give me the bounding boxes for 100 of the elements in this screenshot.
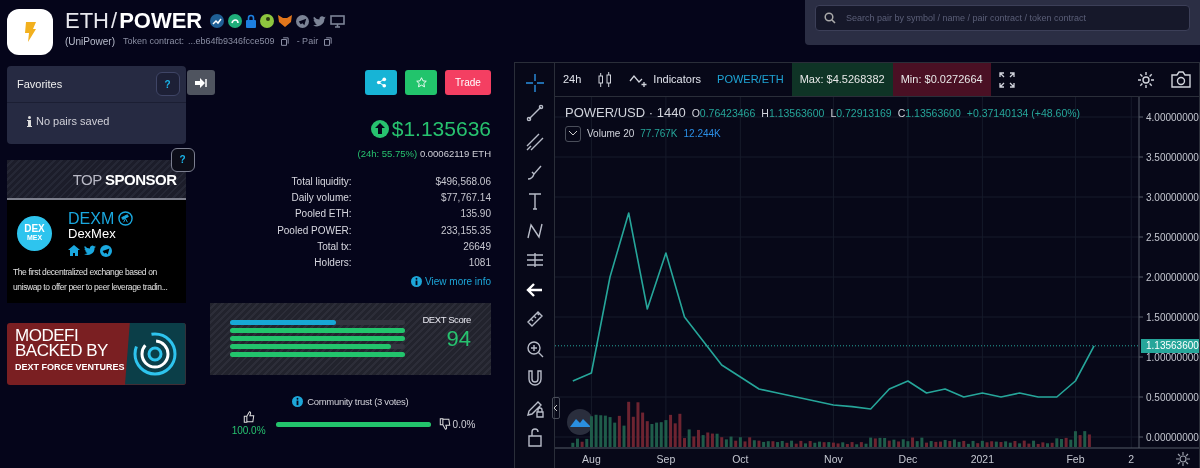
axis-label: 0.00000000 bbox=[1146, 431, 1199, 443]
swirl-icon[interactable] bbox=[228, 14, 243, 28]
axis-label: 3.00000000 bbox=[1146, 191, 1199, 203]
volume-value: 77.767K bbox=[640, 127, 678, 141]
min-price: Min: $0.0272664 bbox=[892, 63, 991, 96]
pair-title-base: ETH bbox=[65, 8, 109, 34]
pair-link[interactable]: POWER/ETH bbox=[709, 63, 792, 96]
indicators-button[interactable]: Indicators bbox=[621, 63, 710, 96]
ohlc-key: C bbox=[897, 107, 906, 119]
sponsor-description: The first decentralized exchange based on uniswap to offer peer to peer leverage tradin... bbox=[13, 265, 169, 294]
banner-title: MODEFI bbox=[15, 327, 79, 343]
last-price-tag: 1.13563600 bbox=[1141, 338, 1199, 353]
thumbs-up-icon[interactable] bbox=[242, 410, 255, 423]
telescope-icon[interactable] bbox=[118, 210, 134, 226]
mask-icon[interactable] bbox=[278, 15, 293, 27]
crosshair-icon[interactable] bbox=[524, 73, 545, 93]
share-button[interactable] bbox=[365, 70, 397, 95]
price-change: (24h: 55.75%) bbox=[357, 147, 418, 159]
twitter-icon[interactable] bbox=[313, 15, 327, 27]
axis-label: Aug bbox=[582, 453, 601, 465]
dot-circle-icon[interactable] bbox=[260, 14, 275, 28]
settings-icon[interactable] bbox=[1175, 451, 1191, 467]
logout-icon bbox=[194, 77, 207, 88]
info-icon bbox=[411, 275, 423, 287]
copy-icon[interactable] bbox=[322, 36, 333, 47]
stat-label: Holders: bbox=[313, 256, 352, 271]
measure-icon[interactable] bbox=[524, 250, 545, 270]
upvote-percent: 100.0% bbox=[231, 423, 266, 438]
downvote-percent: 0.0% bbox=[452, 417, 476, 432]
axis-label: Nov bbox=[824, 453, 843, 465]
price-usd: $1.135636 bbox=[391, 116, 491, 142]
axis-label: Sep bbox=[656, 453, 676, 465]
stat-value: 26649 bbox=[462, 239, 491, 254]
chevron-down-icon bbox=[569, 131, 577, 136]
logout-button[interactable] bbox=[186, 70, 215, 95]
share-icon bbox=[375, 77, 387, 88]
volume-label: Volume 20 bbox=[587, 127, 635, 141]
token-name: (UniPower) bbox=[65, 35, 115, 49]
telegram-icon[interactable] bbox=[100, 244, 112, 257]
ohlc-value: 1.13563600 bbox=[905, 107, 961, 119]
twitter-icon[interactable] bbox=[84, 244, 96, 256]
ohlc-value: 0.76423466 bbox=[699, 107, 756, 119]
trend-line-icon[interactable] bbox=[524, 102, 545, 123]
chart-icon[interactable] bbox=[210, 14, 225, 28]
interval-button[interactable]: 24h bbox=[555, 63, 590, 96]
star-icon bbox=[415, 77, 427, 88]
lock-icon[interactable] bbox=[246, 14, 257, 28]
home-icon[interactable] bbox=[68, 244, 80, 256]
pair-title-quote: POWER bbox=[119, 8, 203, 34]
ohlc-key: L bbox=[830, 107, 837, 119]
price-change: +0.37140134 (+48.60%) bbox=[966, 106, 1081, 121]
ohlc-key: O bbox=[691, 107, 700, 119]
info-icon bbox=[292, 396, 304, 408]
community-title: Community trust (3 votes) bbox=[307, 394, 409, 409]
help-button[interactable]: ? bbox=[155, 72, 180, 96]
stat-label: Total liquidity: bbox=[290, 174, 352, 189]
banner-caption: DEXT FORCE VENTURES bbox=[15, 360, 125, 374]
axis-label: 3.50000000 bbox=[1146, 151, 1199, 163]
sponsor-name: DexMex bbox=[68, 226, 117, 241]
axis-label: Oct bbox=[732, 453, 749, 465]
trade-button[interactable]: Trade bbox=[445, 70, 491, 95]
ohlc-value: 1.13563600 bbox=[768, 107, 825, 119]
sponsor-symbol[interactable]: DEXM bbox=[68, 209, 115, 227]
copy-icon[interactable] bbox=[278, 36, 289, 47]
stat-value: $496,568.06 bbox=[434, 174, 491, 189]
parallel-lines-icon[interactable] bbox=[524, 132, 545, 152]
rings-icon bbox=[132, 330, 179, 377]
candles-icon bbox=[597, 70, 614, 89]
thumbs-down-icon[interactable] bbox=[438, 418, 451, 431]
search-field[interactable]: Search pair by symbol / name / pair contract / token contract bbox=[815, 5, 1190, 31]
axis-label: 1.00000000 bbox=[1146, 351, 1199, 363]
monitor-icon[interactable] bbox=[330, 14, 346, 28]
token-logo bbox=[7, 9, 53, 55]
contract-address[interactable]: ...eb64fb9346fcce509 bbox=[188, 34, 275, 49]
arrow-up-icon bbox=[370, 119, 389, 138]
stat-value: 135.90 bbox=[459, 207, 491, 222]
volume-value: 12.244K bbox=[683, 127, 721, 141]
logo-icon[interactable] bbox=[567, 409, 593, 435]
pair-label: - Pair bbox=[296, 34, 319, 48]
empty-message: No pairs saved bbox=[36, 114, 110, 129]
axis-label: 4.00000000 bbox=[1146, 111, 1199, 123]
stat-value: 1081 bbox=[467, 256, 491, 271]
telegram-icon[interactable] bbox=[296, 14, 310, 28]
sponsor-heading: TOP SPONSOR bbox=[72, 170, 177, 190]
axis-label: 2021 bbox=[970, 453, 995, 465]
score-title: DEXT Score bbox=[422, 313, 471, 328]
view-more-link[interactable]: View more info bbox=[425, 273, 491, 289]
contract-label: Token contract: bbox=[123, 34, 185, 48]
info-icon bbox=[27, 115, 32, 127]
banner-subtitle: BACKED BY bbox=[15, 342, 109, 358]
collapse-handle[interactable] bbox=[552, 397, 560, 419]
stat-value: $77,767.14 bbox=[439, 191, 491, 206]
axis-label: Feb bbox=[1066, 453, 1085, 465]
collapse-button[interactable] bbox=[565, 125, 581, 142]
zoom-in-icon[interactable] bbox=[524, 338, 545, 359]
pair-separator: / bbox=[111, 8, 118, 34]
help-button[interactable]: ? bbox=[170, 147, 195, 172]
sponsor-banner[interactable]: MODEFI BACKED BY DEXT FORCE VENTURES bbox=[7, 322, 186, 385]
ohlc-key: H bbox=[761, 107, 769, 119]
stat-label: Pooled ETH: bbox=[293, 207, 352, 222]
